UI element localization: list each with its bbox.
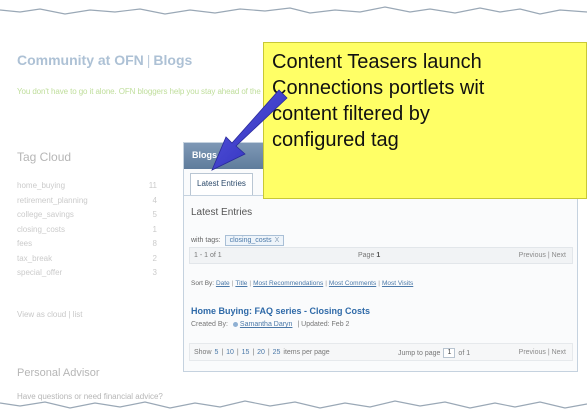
tag-link[interactable]: college_savings	[17, 210, 74, 225]
tag-row[interactable]: college_savings 5	[17, 210, 157, 225]
tag-count: 1	[152, 224, 157, 234]
torn-paper-bottom-edge	[0, 400, 587, 420]
with-tags-label: with tags:	[191, 237, 221, 244]
jump-label: Jump to page	[398, 349, 441, 357]
tag-row[interactable]: retirement_planning 4	[17, 196, 157, 211]
tag-count: 2	[152, 253, 157, 263]
tag-row[interactable]: tax_break 2	[17, 254, 157, 269]
page-number: 1	[376, 252, 381, 259]
jump-of-total: of 1	[458, 349, 471, 357]
tag-count: 4	[152, 195, 157, 205]
portlet-title: Blogs	[192, 150, 218, 160]
tag-row[interactable]: home_buying 11	[17, 181, 157, 196]
page-label: Page	[358, 252, 375, 259]
tag-row[interactable]: closing_costs 1	[17, 225, 157, 240]
community-name-link[interactable]: Community at OFN	[17, 52, 144, 68]
tag-count: 5	[152, 210, 157, 219]
sort-visits-link[interactable]: Most Visits	[382, 280, 413, 287]
callout-text: Content Teasers launch Connections portl…	[272, 51, 485, 151]
tag-link[interactable]: tax_break	[17, 254, 52, 269]
blog-entry-meta: Created By: Samantha Daryn | Updated: Fe…	[191, 321, 349, 328]
sort-by-bar: Sort By: Date | Title | Most Recommendations…	[191, 280, 413, 287]
page-size-option[interactable]: 10	[226, 349, 234, 356]
remove-tag-icon[interactable]: X	[275, 237, 280, 244]
sort-date-link[interactable]: Date	[216, 280, 230, 287]
tag-row[interactable]: fees 8	[17, 239, 157, 254]
items-per-page: Show 5 | 10 | 15 | 20 | 25 items per pag…	[194, 349, 330, 356]
portlet-tabs: Latest Entries	[190, 173, 253, 195]
tag-filter-chip[interactable]: closing_costs X	[224, 235, 285, 246]
community-title: Community at OFN | Blogs	[17, 52, 192, 68]
sort-title-link[interactable]: Title	[235, 280, 247, 287]
jump-page-input[interactable]: 1	[443, 348, 456, 358]
pager-bar: Show 5 | 10 | 15 | 20 | 25 items per pag…	[189, 343, 573, 361]
page-size-option[interactable]: 5	[214, 349, 218, 356]
tag-count: 8	[152, 239, 157, 248]
personal-advisor-title: Personal Advisor	[17, 367, 100, 379]
created-by-label: Created By:	[191, 321, 228, 328]
sort-by-label: Sort By:	[191, 280, 215, 287]
page-indicator: Page 1	[358, 252, 380, 259]
blogs-page-name: Blogs	[153, 52, 193, 68]
results-bar: 1 - 1 of 1 Page 1 Previous | Next	[189, 247, 573, 264]
jump-to-page: Jump to page 1 of 1	[398, 348, 470, 358]
sort-separator: |	[378, 280, 380, 287]
author-link[interactable]: Samantha Daryn	[232, 321, 293, 328]
blog-entry-title[interactable]: Home Buying: FAQ series - Closing Costs	[191, 306, 370, 316]
sort-separator: |	[231, 280, 234, 287]
tag-count: 11	[148, 181, 157, 190]
sort-recommendations-link[interactable]: Most Recommendations	[253, 280, 323, 287]
tag-cloud-list: home_buying 11 retirement_planning 4 colle…	[17, 181, 157, 283]
sort-separator: |	[325, 280, 327, 287]
tag-link[interactable]: closing_costs	[17, 225, 65, 240]
sort-comments-link[interactable]: Most Comments	[329, 280, 376, 287]
tag-cloud-title: Tag Cloud	[17, 150, 72, 164]
page-size-option[interactable]: 15	[242, 349, 250, 356]
tag-filter-name: closing_costs	[229, 237, 272, 244]
pager-prev-next[interactable]: Previous | Next	[519, 349, 566, 356]
author-name: Samantha Daryn	[239, 321, 293, 328]
show-label: Show	[194, 349, 212, 356]
page-size-option[interactable]: 20	[257, 349, 265, 356]
view-as-toggle[interactable]: View as cloud | list	[17, 310, 83, 319]
annotation-callout: Content Teasers launch Connections portl…	[263, 42, 587, 199]
items-per-page-label: items per page	[283, 349, 330, 356]
tab-latest-entries[interactable]: Latest Entries	[190, 173, 253, 195]
tag-row[interactable]: special_offer 3	[17, 268, 157, 283]
tag-link[interactable]: special_offer	[17, 268, 62, 283]
title-separator: |	[146, 52, 151, 68]
section-heading: Latest Entries	[191, 207, 253, 218]
prev-next-nav[interactable]: Previous | Next	[519, 252, 566, 259]
tag-count: 3	[152, 268, 157, 277]
tag-link[interactable]: retirement_planning	[17, 196, 88, 211]
presence-icon	[232, 321, 238, 327]
updated-date: | Updated: Feb 2	[297, 321, 350, 328]
page-size-option[interactable]: 25	[273, 349, 281, 356]
tag-filter-line: with tags: closing_costs X	[191, 235, 285, 246]
tag-link[interactable]: fees	[17, 239, 32, 254]
tag-link[interactable]: home_buying	[17, 181, 65, 196]
results-range: 1 - 1 of 1	[194, 252, 222, 259]
sort-separator: |	[249, 280, 252, 287]
community-tagline: You don't have to go it alone. OFN blogg…	[17, 87, 272, 96]
